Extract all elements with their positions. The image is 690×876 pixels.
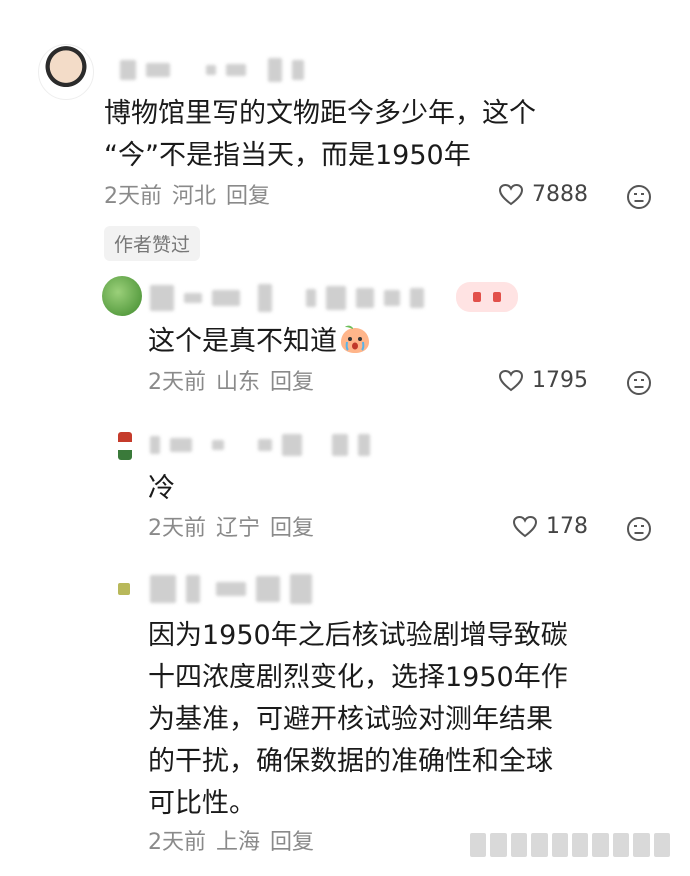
like-button[interactable]: 7888 (498, 182, 588, 207)
comment-meta: 2天前 上海 回复 (148, 828, 314, 858)
comment-text: 冷 (148, 473, 175, 504)
frown-face-icon[interactable] (626, 184, 652, 210)
comment-meta: 2天前 河北 回复 (104, 182, 270, 212)
comment-time: 2天前 (104, 184, 162, 209)
comment-time: 2天前 (148, 516, 206, 541)
heart-outline-icon (498, 369, 524, 391)
author-liked-badge: 作者赞过 (104, 226, 201, 261)
crying-peach-emoji (341, 325, 369, 353)
comment-text-line-2: “今”不是指当天，而是1950年 (104, 140, 471, 171)
comment-location: 上海 (216, 830, 261, 855)
avatar[interactable] (102, 276, 142, 316)
username-blurred[interactable] (150, 574, 312, 604)
like-button[interactable]: 178 (512, 514, 588, 539)
like-count: 178 (546, 514, 588, 539)
comment-time: 2天前 (148, 830, 206, 855)
comment-meta: 2天前 辽宁 回复 (148, 514, 314, 544)
reply-button[interactable]: 回复 (270, 516, 314, 541)
username-blurred[interactable] (120, 58, 304, 82)
comment-meta: 2天前 山东 回复 (148, 368, 314, 398)
comment-location: 辽宁 (216, 516, 261, 541)
comment-location: 河北 (172, 184, 217, 209)
like-count: 1795 (532, 368, 588, 393)
avatar[interactable] (118, 583, 130, 595)
avatar[interactable] (118, 432, 132, 460)
comment-text: 这个是真不知道 (148, 323, 371, 361)
reply-button[interactable]: 回复 (270, 370, 314, 395)
comment-text-line-2: 十四浓度剧烈变化，选择1950年作 (148, 662, 568, 693)
like-button[interactable]: 1795 (498, 368, 588, 393)
comment-location: 山东 (216, 370, 261, 395)
avatar[interactable] (38, 44, 94, 100)
watermark-blurred (470, 833, 671, 857)
comment-time: 2天前 (148, 370, 206, 395)
heart-outline-icon (512, 515, 538, 537)
frown-face-icon[interactable] (626, 370, 652, 396)
reply-button[interactable]: 回复 (226, 184, 270, 209)
comment-text-line-4: 的干扰，确保数据的准确性和全球 (148, 746, 553, 777)
comment-text-line-3: 为基准，可避开核试验对测年结果 (148, 704, 553, 735)
sticker-emoji (456, 282, 518, 312)
frown-face-icon[interactable] (626, 516, 652, 542)
comment-text-content: 这个是真不知道 (148, 326, 337, 357)
heart-outline-icon (498, 183, 524, 205)
reply-button[interactable]: 回复 (270, 830, 314, 855)
comment-text-line-1: 博物馆里写的文物距今多少年，这个 (104, 98, 536, 129)
username-blurred[interactable] (150, 284, 424, 312)
like-count: 7888 (532, 182, 588, 207)
username-blurred[interactable] (150, 434, 370, 456)
comment-text-line-1: 因为1950年之后核试验剧增导致碳 (148, 620, 568, 651)
comment-text-line-5: 可比性。 (148, 788, 256, 819)
